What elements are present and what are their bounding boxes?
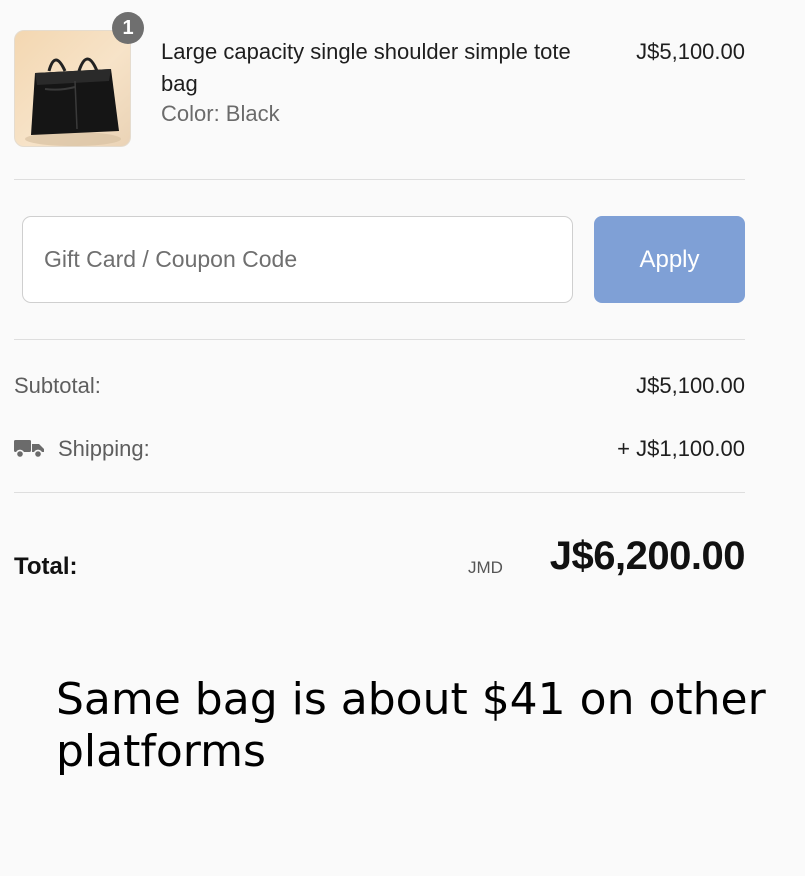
subtotal-value: J$5,100.00 bbox=[636, 373, 745, 398]
shipping-value: + J$1,100.00 bbox=[617, 436, 745, 461]
tote-bag-image bbox=[25, 57, 121, 146]
coupon-code-input[interactable] bbox=[22, 216, 573, 303]
cart-item-row: Large capacity single shoulder simple to… bbox=[14, 30, 745, 148]
product-variant: Color: Black bbox=[161, 101, 280, 126]
divider bbox=[14, 179, 745, 180]
total-label: Total: bbox=[14, 553, 78, 580]
currency-code: JMD bbox=[468, 558, 503, 577]
caption-text: Same bag is about $41 on other platforms bbox=[56, 674, 766, 777]
subtotal-label: Subtotal: bbox=[14, 373, 101, 398]
divider bbox=[14, 339, 745, 340]
product-price: J$5,100.00 bbox=[636, 39, 745, 64]
truck-icon bbox=[14, 440, 44, 459]
total-amount: J$6,200.00 bbox=[549, 534, 746, 578]
shipping-label: Shipping: bbox=[58, 436, 150, 461]
divider bbox=[14, 492, 745, 493]
product-thumbnail[interactable] bbox=[14, 30, 131, 147]
apply-coupon-button[interactable]: Apply bbox=[594, 216, 745, 303]
quantity-badge: 1 bbox=[112, 12, 144, 44]
product-name[interactable]: Large capacity single shoulder simple to… bbox=[161, 36, 581, 100]
